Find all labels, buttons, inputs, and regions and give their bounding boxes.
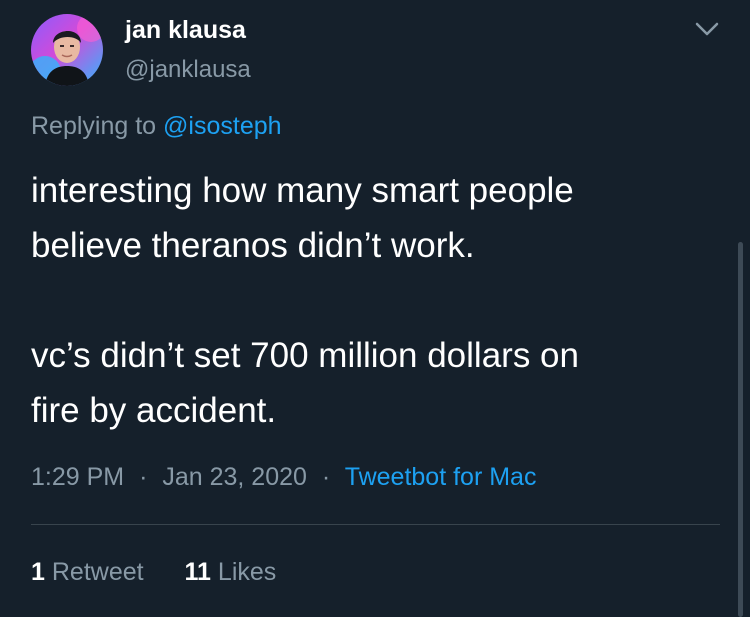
meta-separator: · bbox=[321, 463, 331, 491]
likes-label: Likes bbox=[217, 558, 277, 586]
tweet-source-link[interactable]: Tweetbot for Mac bbox=[345, 463, 537, 491]
tweet-text-line: interesting how many smart people bbox=[31, 171, 574, 210]
tweet-text-line: vc’s didn’t set 700 million dollars on bbox=[31, 336, 579, 375]
retweets-count: 1 bbox=[31, 558, 45, 586]
tweet-meta: 1:29 PM · Jan 23, 2020 · Tweetbot for Ma… bbox=[31, 463, 536, 492]
retweets-stat[interactable]: 1 Retweet bbox=[31, 558, 144, 587]
divider bbox=[31, 524, 720, 525]
tweet-text-line bbox=[31, 273, 721, 328]
scrollbar[interactable] bbox=[738, 242, 743, 617]
tweet-time[interactable]: 1:29 PM bbox=[31, 463, 124, 491]
chevron-down-icon[interactable] bbox=[694, 20, 720, 38]
avatar[interactable] bbox=[31, 14, 103, 86]
tweet-date[interactable]: Jan 23, 2020 bbox=[162, 463, 307, 491]
tweet-detail: jan klausa @janklausa Replying to @isost… bbox=[0, 0, 750, 617]
likes-count: 11 bbox=[184, 558, 211, 586]
avatar-image bbox=[31, 14, 103, 86]
likes-stat[interactable]: 11 Likes bbox=[185, 558, 277, 587]
retweets-label: Retweet bbox=[51, 558, 144, 586]
tweet-stats: 1 Retweet 11 Likes bbox=[31, 558, 276, 587]
author-display-name[interactable]: jan klausa bbox=[125, 16, 246, 45]
meta-separator: · bbox=[139, 463, 148, 491]
reply-context-prefix: Replying to bbox=[31, 112, 157, 140]
author-handle[interactable]: @janklausa bbox=[125, 56, 251, 84]
tweet-text-line: believe theranos didn’t work. bbox=[31, 226, 475, 265]
tweet-text-line: fire by accident. bbox=[31, 391, 277, 430]
reply-mention-link[interactable]: @isosteph bbox=[163, 112, 282, 140]
reply-context: Replying to @isosteph bbox=[31, 112, 282, 141]
tweet-text: interesting how many smart people believ… bbox=[31, 163, 721, 438]
